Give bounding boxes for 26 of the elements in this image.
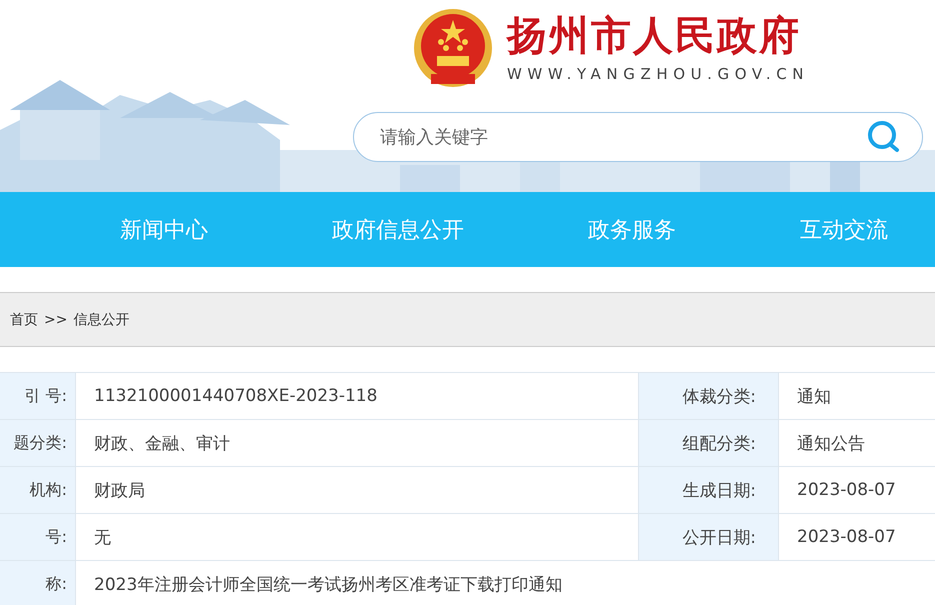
nav-link[interactable]: 新闻中心 [120, 214, 208, 244]
field-label: 号: [0, 514, 75, 560]
field-label: 引 号: [0, 373, 75, 419]
field-label: 题分类: [0, 420, 75, 466]
field-label: 称: [0, 561, 75, 605]
search-icon[interactable] [867, 120, 901, 154]
field-value: 2023-08-07 [778, 514, 935, 560]
breadcrumb-link[interactable]: 首页 [10, 310, 38, 328]
field-label: 组配分类: [638, 420, 778, 466]
breadcrumb-separator: >> [44, 312, 68, 328]
field-label: 公开日期: [638, 514, 778, 560]
field-value: 通知公告 [778, 420, 935, 466]
field-value: 2023年注册会计师全国统一考试扬州考区准考证下载打印通知 [75, 561, 935, 605]
nav-link[interactable]: 政府信息公开 [332, 214, 464, 244]
nav-link[interactable]: 政务服务 [588, 214, 676, 244]
site-url: WWW.YANGZHOU.GOV.CN [507, 64, 810, 84]
field-label: 体裁分类: [638, 373, 778, 419]
field-value: 2023-08-07 [778, 467, 935, 513]
site-title: 扬州市人民政府 [507, 12, 801, 60]
nav-link[interactable]: 互动交流 [800, 214, 888, 244]
search-field[interactable]: 请输入关键字 [353, 112, 923, 162]
breadcrumb-link[interactable]: 信息公开 [73, 310, 130, 328]
emblem-icon [413, 8, 493, 88]
field-label: 机构: [0, 467, 75, 513]
field-label: 生成日期: [638, 467, 778, 513]
field-value: 通知 [778, 373, 935, 419]
